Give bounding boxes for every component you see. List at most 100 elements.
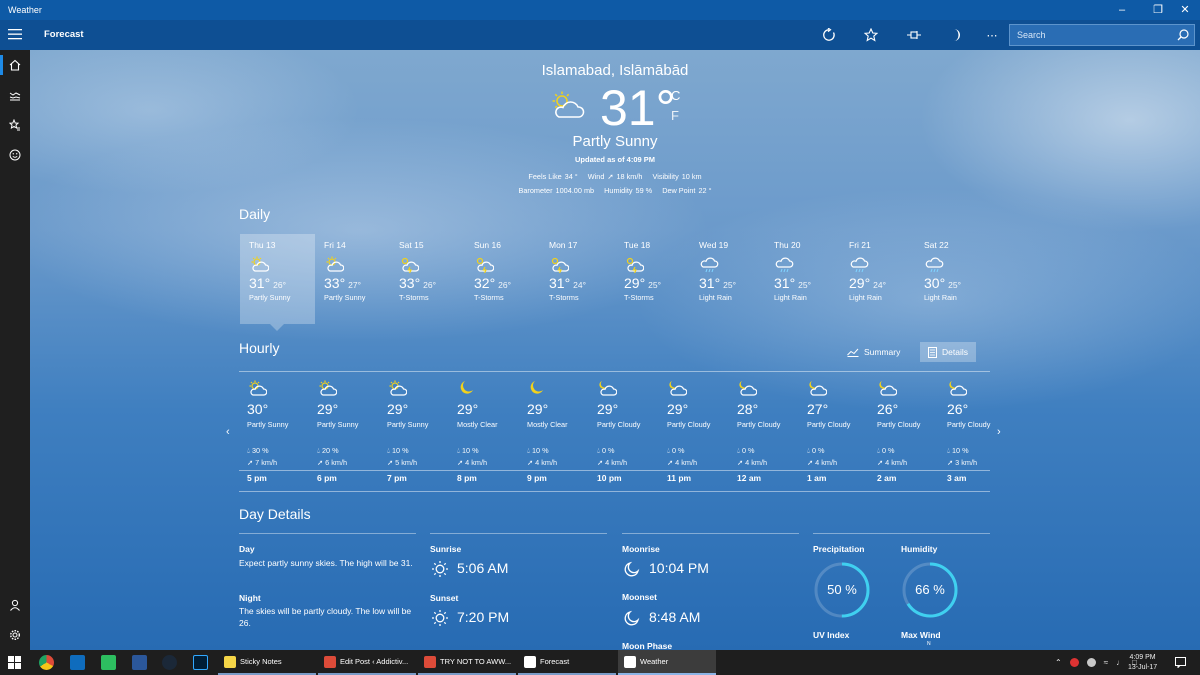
low-temp: 26° bbox=[273, 280, 286, 290]
daily-forecast-card[interactable]: Sat 2230°25°Light Rain bbox=[915, 234, 990, 324]
chrome-pinned-icon[interactable] bbox=[39, 655, 54, 670]
hour-temp: 29° bbox=[387, 401, 450, 417]
hamburger-menu-icon[interactable] bbox=[8, 28, 22, 40]
partly-cloudy-night-icon bbox=[807, 379, 870, 397]
wifi-icon[interactable]: ≈ bbox=[1104, 658, 1108, 667]
day-name: Sat 15 bbox=[399, 240, 465, 250]
volume-icon[interactable]: ♩ bbox=[1116, 658, 1124, 667]
nav-account[interactable] bbox=[0, 590, 30, 620]
moonrise-label: Moonrise bbox=[622, 544, 660, 554]
hourly-forecast-item[interactable]: 30°Partly Sunny💧︎ 30 %➚ 7 km/h5 pm bbox=[240, 379, 310, 467]
clock[interactable]: 4:09 PM 13-Jul-17 bbox=[1128, 650, 1157, 675]
thunderstorm-icon bbox=[474, 255, 540, 273]
taskbar-task[interactable]: Sticky Notes bbox=[218, 650, 316, 675]
pin-icon[interactable] bbox=[899, 20, 929, 50]
unit-fahrenheit-toggle[interactable]: F bbox=[671, 108, 679, 123]
start-button[interactable] bbox=[8, 650, 21, 675]
daily-forecast-card[interactable]: Tue 1829°25°T-Storms bbox=[615, 234, 690, 324]
daily-forecast-card[interactable]: Sun 1632°26°T-Storms bbox=[465, 234, 540, 324]
taskbar: Sticky NotesEdit Post ‹ Addictiv...TRY N… bbox=[0, 650, 1200, 675]
tray-overflow-chevron-icon[interactable]: ⌃ bbox=[1055, 658, 1062, 667]
hourly-scroll-left-icon[interactable]: ‹ bbox=[226, 426, 230, 438]
light-rain-icon bbox=[774, 255, 840, 273]
smiley-icon bbox=[9, 149, 21, 161]
close-button[interactable]: ✕ bbox=[1170, 0, 1200, 20]
daily-forecast-card[interactable]: Fri 1433°27°Partly Sunny bbox=[315, 234, 390, 324]
low-temp: 25° bbox=[723, 280, 736, 290]
word-pinned-icon[interactable] bbox=[132, 655, 147, 670]
hourly-forecast-item[interactable]: 27°Partly Cloudy💧︎ 0 %➚ 4 km/h1 am bbox=[800, 379, 870, 467]
daily-forecast-card[interactable]: Wed 1931°25°Light Rain bbox=[690, 234, 765, 324]
taskbar-task[interactable]: Weather bbox=[618, 650, 716, 675]
hourly-forecast-item[interactable]: 29°Partly Cloudy💧︎ 0 %➚ 4 km/h10 pm bbox=[590, 379, 660, 467]
night-description: The skies will be partly cloudy. The low… bbox=[239, 605, 419, 629]
partly-sunny-icon bbox=[249, 255, 315, 273]
evernote-pinned-icon[interactable] bbox=[101, 655, 116, 670]
tray-app-icon[interactable] bbox=[1070, 658, 1079, 667]
hourly-forecast-item[interactable]: 29°Partly Cloudy💧︎ 0 %➚ 4 km/h11 pm bbox=[660, 379, 730, 467]
task-app-icon bbox=[424, 656, 436, 668]
search-icon[interactable] bbox=[1177, 29, 1189, 41]
nav-places[interactable] bbox=[0, 110, 30, 140]
day-name: Tue 18 bbox=[624, 240, 690, 250]
nav-forecast[interactable] bbox=[0, 50, 30, 80]
taskbar-task[interactable]: Forecast bbox=[518, 650, 616, 675]
current-partly-sunny-icon bbox=[547, 90, 587, 122]
partly-sunny-icon bbox=[387, 379, 450, 397]
precipitation-value: 50 % bbox=[813, 561, 871, 619]
taskbar-task[interactable]: TRY NOT TO AWW... bbox=[418, 650, 516, 675]
daily-forecast-card[interactable]: Sat 1533°26°T-Storms bbox=[390, 234, 465, 324]
max-wind-label: Max Wind bbox=[901, 630, 941, 640]
raindrop-icon: 💧︎ bbox=[947, 446, 950, 455]
photoshop-pinned-icon[interactable] bbox=[193, 655, 208, 670]
hourly-forecast-item[interactable]: 29°Partly Sunny💧︎ 10 %➚ 5 km/h7 pm bbox=[380, 379, 450, 467]
places-star-list-icon bbox=[9, 119, 21, 131]
nav-news[interactable] bbox=[0, 140, 30, 170]
steam-pinned-icon[interactable] bbox=[162, 655, 177, 670]
hourly-forecast-item[interactable]: 29°Partly Sunny💧︎ 20 %➚ 6 km/h6 pm bbox=[310, 379, 380, 467]
humidity-value: 66 % bbox=[901, 561, 959, 619]
more-options-icon[interactable]: ⋯ bbox=[977, 20, 1007, 50]
hourly-forecast-item[interactable]: 29°Mostly Clear💧︎ 10 %➚ 4 km/h8 pm bbox=[450, 379, 520, 467]
daily-forecast-card[interactable]: Thu 1331°26°Partly Sunny bbox=[240, 234, 315, 324]
low-temp: 26° bbox=[498, 280, 511, 290]
details-toggle[interactable]: Details bbox=[920, 342, 976, 362]
favorite-star-icon[interactable] bbox=[856, 20, 886, 50]
nav-maps[interactable] bbox=[0, 80, 30, 110]
high-temp: 31° bbox=[549, 275, 570, 291]
daily-forecast-card[interactable]: Mon 1731°24°T-Storms bbox=[540, 234, 615, 324]
summary-toggle[interactable]: Summary bbox=[839, 342, 908, 362]
daily-forecast-card[interactable]: Thu 2031°25°Light Rain bbox=[765, 234, 840, 324]
nav-settings[interactable] bbox=[0, 620, 30, 650]
dark-mode-moon-icon[interactable] bbox=[941, 20, 971, 50]
action-center-icon[interactable] bbox=[1175, 650, 1186, 675]
hourly-forecast-item[interactable]: 26°Partly Cloudy💧︎ 0 %➚ 4 km/h2 am bbox=[870, 379, 940, 467]
hourly-forecast-item[interactable]: 26°Partly Cloudy💧︎ 10 %➚ 3 km/h3 am bbox=[940, 379, 1010, 467]
taskbar-task[interactable]: Edit Post ‹ Addictiv... bbox=[318, 650, 416, 675]
high-temp: 33° bbox=[399, 275, 420, 291]
hour-condition: Partly Sunny bbox=[247, 420, 310, 429]
moonset-time: 8:48 AM bbox=[649, 609, 700, 625]
outlook-pinned-icon[interactable] bbox=[70, 655, 85, 670]
hour-precip: 10 % bbox=[532, 446, 549, 455]
day-name: Sat 22 bbox=[924, 240, 990, 250]
sunrise-time: 5:06 AM bbox=[457, 560, 508, 576]
hour-temp: 26° bbox=[947, 401, 1010, 417]
search-input[interactable] bbox=[1010, 25, 1170, 45]
unit-celsius-toggle[interactable]: C bbox=[671, 88, 680, 103]
day-condition: Partly Sunny bbox=[324, 293, 390, 302]
hour-time: 9 pm bbox=[527, 473, 547, 483]
daily-forecast-card[interactable]: Fri 2129°24°Light Rain bbox=[840, 234, 915, 324]
wind-arrow-icon: ➚ bbox=[877, 458, 883, 467]
day-condition: Light Rain bbox=[774, 293, 840, 302]
minimize-button[interactable]: – bbox=[1104, 0, 1140, 20]
windows-logo-icon bbox=[8, 656, 21, 669]
hourly-forecast-item[interactable]: 28°Partly Cloudy💧︎ 0 %➚ 4 km/h12 am bbox=[730, 379, 800, 467]
search-box[interactable] bbox=[1009, 24, 1195, 46]
refresh-icon[interactable] bbox=[814, 20, 844, 50]
system-tray: ⌃ ≈ ♩ □ bbox=[1055, 650, 1137, 675]
hourly-forecast-item[interactable]: 29°Mostly Clear💧︎ 10 %➚ 4 km/h9 pm bbox=[520, 379, 590, 467]
low-temp: 26° bbox=[423, 280, 436, 290]
tray-app-icon[interactable] bbox=[1087, 658, 1096, 667]
hour-condition: Partly Sunny bbox=[387, 420, 450, 429]
